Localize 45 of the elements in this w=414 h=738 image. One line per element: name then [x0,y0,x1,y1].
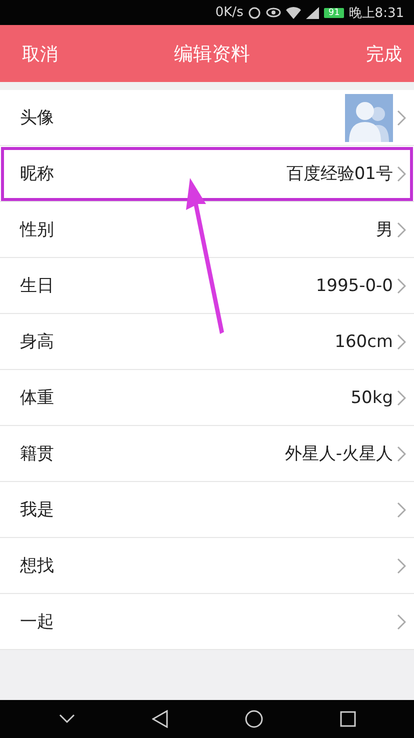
clock: 晚上8:31 [348,4,404,22]
wifi-icon [286,6,302,18]
chevron-right-icon [397,278,406,294]
back-icon[interactable] [152,710,168,728]
chevron-down-icon[interactable] [58,714,74,724]
home-icon[interactable] [244,710,262,728]
row-label: 想找 [20,555,55,577]
row-value: 160cm [334,332,393,352]
chevron-right-icon [397,166,406,182]
row-label: 籍贯 [20,443,55,465]
chevron-right-icon [397,502,406,518]
chevron-right-icon [397,558,406,574]
row-label: 体重 [20,387,55,409]
row-value: 50kg [350,388,393,408]
chevron-right-icon [397,446,406,462]
avatar-icon [345,94,393,142]
row-value: 1995-0-0 [316,276,393,296]
chevron-right-icon [397,614,406,630]
settings-row[interactable]: 一起 [0,594,414,650]
highlighted-row[interactable]: 昵称 百度经验01号 [0,146,414,202]
recents-icon[interactable] [340,711,356,727]
eye-icon [266,7,282,18]
row-label: 身高 [20,331,55,353]
row-label: 昵称 [20,163,55,185]
row-label: 生日 [20,275,55,297]
row-label: 性别 [20,219,55,241]
row-label: 头像 [20,107,55,129]
battery-level: 91 [324,8,344,18]
settings-row[interactable]: 想找 [0,538,414,594]
network-speed: 0K/s [215,5,244,20]
chevron-right-icon [397,334,406,350]
page-title: 编辑资料 [174,42,250,66]
chevron-right-icon [397,222,406,238]
row-value: 男 [376,219,393,241]
settings-row[interactable]: 籍贯 外星人-火星人 [0,426,414,482]
signal-icon [306,6,320,18]
settings-row[interactable]: 体重 50kg [0,370,414,426]
settings-row[interactable]: 头像 [0,90,414,146]
row-value: 百度经验01号 [286,163,393,185]
row-label: 我是 [20,499,55,521]
row-value: 外星人-火星人 [284,443,393,465]
settings-row[interactable]: 我是 [0,482,414,538]
chevron-right-icon [397,390,406,406]
chevron-right-icon [397,110,406,126]
row-label: 一起 [20,611,55,633]
